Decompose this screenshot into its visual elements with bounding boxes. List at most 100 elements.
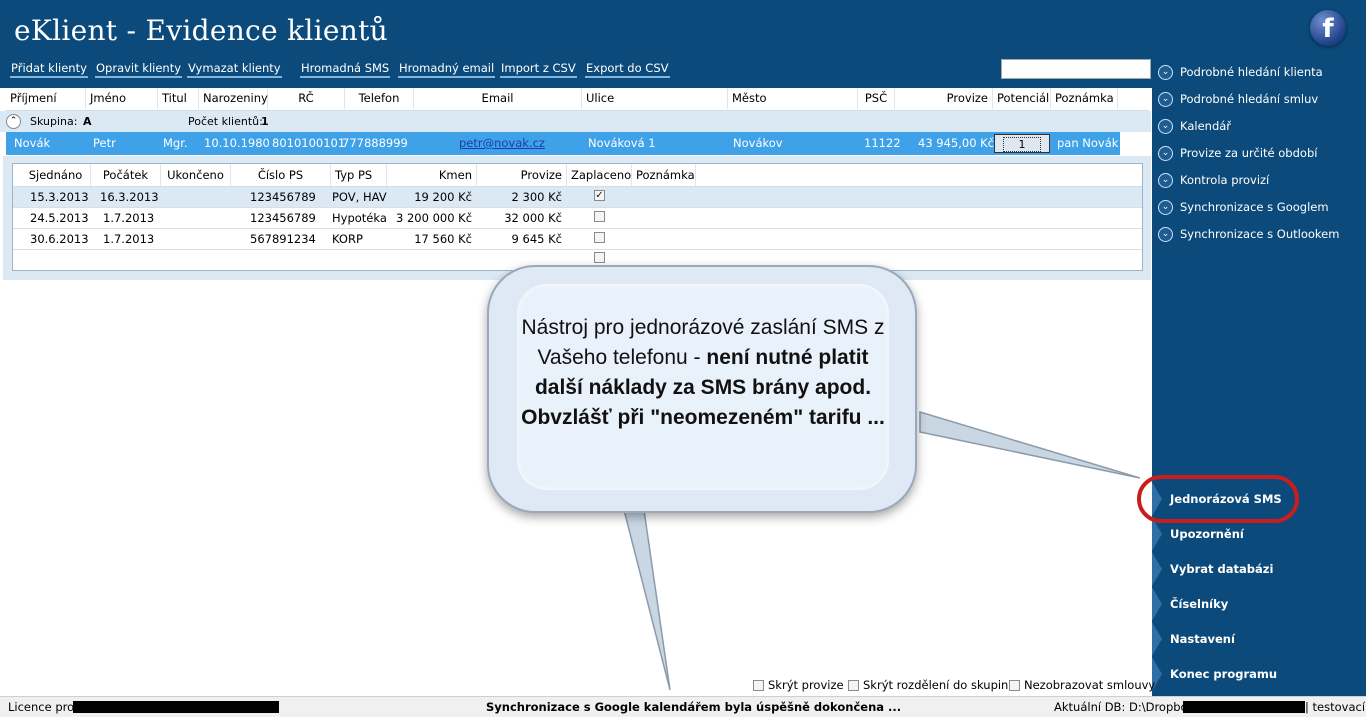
bulk-sms-button[interactable]: Hromadná SMS	[300, 61, 391, 78]
contract-row[interactable]: 24.5.2013 1.7.2013 123456789 Hypotéka 3 …	[13, 208, 1142, 229]
sidebar-link-google-sync[interactable]: ⌄ Synchronizace s Googlem	[1158, 197, 1329, 217]
column-surname[interactable]: Příjmení	[6, 88, 86, 109]
cell-agreed: 15.3.2013	[30, 190, 89, 204]
client-row[interactable]: Novák Petr Mgr. 10.10.1980 8010100101 77…	[6, 132, 1120, 155]
group-count-label: Počet klientů:	[188, 115, 263, 128]
add-clients-button[interactable]: Přidat klienty	[10, 61, 88, 78]
sidebar-button-codebooks[interactable]: Číselníky	[1152, 587, 1366, 621]
cell-note: pan Novák	[1057, 136, 1119, 150]
paid-checkbox[interactable]	[594, 211, 605, 222]
column-contract-type[interactable]: Typ PS	[331, 164, 387, 186]
column-zip[interactable]: PSČ	[858, 88, 895, 109]
sidebar-link-commission-period[interactable]: ⌄ Provize za určité období	[1158, 143, 1317, 163]
cell-base: 19 200 Kč	[414, 190, 472, 204]
column-potential[interactable]: Potenciál	[993, 88, 1051, 109]
arrow-right-icon	[1152, 552, 1162, 586]
checkbox[interactable]	[753, 679, 764, 691]
sidebar-button-settings[interactable]: Nastavení	[1152, 622, 1366, 656]
cell-phone: 777888999	[342, 136, 408, 150]
redacted-licence	[73, 701, 279, 713]
db-label: Aktuální DB: D:\Dropbox	[1054, 700, 1195, 714]
checkbox[interactable]	[1009, 679, 1020, 691]
sidebar-button-label: Konec programu	[1170, 667, 1278, 681]
sidebar-link-commission-check[interactable]: ⌄ Kontrola provizí	[1158, 170, 1269, 190]
potential-value: 1	[1003, 137, 1041, 152]
column-email[interactable]: Email	[414, 88, 582, 109]
sidebar-link-outlook-sync[interactable]: ⌄ Synchronizace s Outlookem	[1158, 224, 1339, 244]
contract-row[interactable]: 30.6.2013 1.7.2013 567891234 KORP 17 560…	[13, 229, 1142, 250]
chevron-down-icon: ⌄	[1158, 199, 1173, 215]
cell-zip: 11122	[864, 136, 901, 150]
column-contract-number[interactable]: Číslo PS	[231, 164, 331, 186]
column-base[interactable]: Kmen	[387, 164, 477, 186]
sidebar-link-label: Kontrola provizí	[1180, 173, 1270, 187]
cell-contract-number: 123456789	[250, 190, 316, 204]
column-city[interactable]: Město	[728, 88, 858, 109]
cell-name: Petr	[93, 136, 116, 150]
cell-agreed: 24.5.2013	[30, 211, 89, 225]
cell-base: 3 200 000 Kč	[396, 211, 473, 225]
export-csv-button[interactable]: Export do CSV	[585, 61, 670, 78]
contracts-grid-header: Sjednáno Počátek Ukončeno Číslo PS Typ P…	[13, 164, 1142, 187]
cell-base: 17 560 Kč	[414, 232, 472, 246]
cell-contract-commission: 2 300 Kč	[511, 190, 562, 204]
paid-checkbox[interactable]	[594, 252, 605, 263]
column-ended[interactable]: Ukončeno	[161, 164, 231, 186]
group-value: A	[83, 115, 92, 128]
paid-checkbox-checked[interactable]: ✓	[594, 190, 605, 201]
option-hide-commission[interactable]: Skrýt provize	[753, 677, 844, 693]
column-agreed[interactable]: Sjednáno	[21, 164, 91, 186]
option-hide-contracts[interactable]: Nezobrazovat smlouvy	[1009, 677, 1155, 693]
bulk-email-button[interactable]: Hromadný email	[398, 61, 496, 78]
app-title: eKlient - Evidence klientů	[14, 14, 388, 47]
edit-clients-button[interactable]: Opravit klienty	[95, 61, 183, 78]
chevron-down-icon: ⌄	[1158, 118, 1173, 134]
import-csv-button[interactable]: Import z CSV	[500, 61, 577, 78]
cell-start: 16.3.2013	[100, 190, 159, 204]
column-birthday[interactable]: Narozeniny	[199, 88, 268, 109]
column-phone[interactable]: Telefon	[345, 88, 414, 109]
option-hide-groups[interactable]: Skrýt rozdělení do skupin	[848, 677, 1008, 693]
sidebar-button-label: Nastavení	[1170, 632, 1235, 646]
callout-pointer-right	[919, 410, 1140, 479]
delete-clients-button[interactable]: Vymazat klienty	[187, 61, 282, 78]
column-start[interactable]: Počátek	[91, 164, 161, 186]
sidebar-button-exit[interactable]: Konec programu	[1152, 657, 1366, 691]
sidebar-link-label: Podrobné hledání klienta	[1180, 65, 1323, 79]
column-paid[interactable]: Zaplaceno	[567, 164, 632, 186]
licence-label: Licence pro:	[8, 700, 79, 714]
contract-row[interactable]: 15.3.2013 16.3.2013 123456789 POV, HAV 1…	[13, 187, 1142, 208]
column-note[interactable]: Poznámka	[1051, 88, 1118, 109]
column-name[interactable]: Jméno	[86, 88, 158, 109]
cell-title: Mgr.	[163, 136, 188, 150]
sidebar-button-label: Upozornění	[1170, 527, 1244, 541]
arrow-right-icon	[1152, 622, 1162, 656]
column-contract-note[interactable]: Poznámka	[632, 164, 696, 186]
potential-field[interactable]: 1	[994, 134, 1050, 153]
paid-checkbox[interactable]	[594, 232, 605, 243]
sidebar-button-select-database[interactable]: Vybrat databázi	[1152, 552, 1366, 586]
search-input[interactable]	[1001, 59, 1151, 79]
sidebar-link-contract-search[interactable]: ⌄ Podrobné hledání smluv	[1158, 89, 1318, 109]
facebook-icon[interactable]: f	[1310, 10, 1346, 46]
column-contract-commission[interactable]: Provize	[477, 164, 567, 186]
collapse-group-icon[interactable]: ⌃	[6, 114, 21, 129]
cell-agreed: 30.6.2013	[30, 232, 89, 246]
sidebar-link-calendar[interactable]: ⌄ Kalendář	[1158, 116, 1231, 136]
checkbox[interactable]	[848, 679, 859, 691]
column-street[interactable]: Ulice	[582, 88, 728, 109]
option-label: Skrýt rozdělení do skupin	[863, 678, 1009, 692]
sidebar-link-label: Kalendář	[1180, 119, 1232, 133]
cell-commission: 43 945,00 Kč	[918, 136, 995, 150]
callout-pointer-down	[623, 509, 671, 691]
cell-surname: Novák	[14, 136, 51, 150]
chevron-down-icon: ⌄	[1158, 91, 1173, 107]
column-title[interactable]: Titul	[158, 88, 199, 109]
cell-rc: 8010100101	[272, 136, 346, 150]
column-rc[interactable]: RČ	[268, 88, 345, 109]
group-count: 1	[261, 115, 269, 128]
sidebar-button-label: Vybrat databázi	[1170, 562, 1274, 576]
column-commission[interactable]: Provize	[895, 88, 993, 109]
cell-email-link[interactable]: petr@novak.cz	[459, 132, 545, 154]
sidebar-link-client-search[interactable]: ⌄ Podrobné hledání klienta	[1158, 62, 1323, 82]
